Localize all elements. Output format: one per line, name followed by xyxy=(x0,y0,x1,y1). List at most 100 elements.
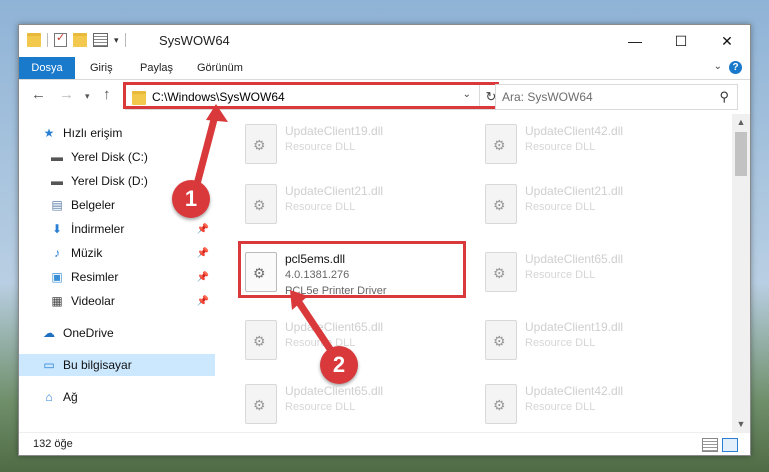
file-name: UpdateClient65.dll xyxy=(285,384,384,398)
document-icon: ▤ xyxy=(51,198,63,212)
step-1-badge: 1 xyxy=(172,180,210,218)
sidebar-item-quick-access[interactable]: ★ Hızlı erişim xyxy=(19,122,215,144)
file-highlight-box xyxy=(238,241,466,298)
dll-file-icon xyxy=(245,320,277,360)
music-icon: ♪ xyxy=(54,246,60,260)
details-view-icon[interactable] xyxy=(702,438,718,452)
file-tile[interactable]: UpdateClient65.dll Resource DLL xyxy=(239,378,459,426)
tab-share[interactable]: Paylaş xyxy=(140,57,173,79)
customize-icon[interactable] xyxy=(93,33,108,47)
file-type: Resource DLL xyxy=(525,337,596,349)
folder-icon xyxy=(27,33,41,47)
sidebar-item-videos[interactable]: ▦ Videolar 📌 xyxy=(19,290,215,312)
vertical-scrollbar[interactable]: ▲ ▼ xyxy=(732,114,750,432)
minimize-button[interactable]: — xyxy=(612,25,658,57)
tab-file[interactable]: Dosya xyxy=(19,57,75,79)
search-icon[interactable]: ⚲ xyxy=(719,89,729,105)
new-folder-icon[interactable] xyxy=(73,33,87,47)
back-arrow-icon[interactable]: ← xyxy=(31,86,46,103)
scrollbar-thumb[interactable] xyxy=(735,132,747,176)
picture-icon: ▣ xyxy=(51,270,63,284)
tab-home[interactable]: Giriş xyxy=(90,57,113,79)
file-type: Resource DLL xyxy=(525,201,596,213)
star-icon: ★ xyxy=(43,126,55,140)
window-title: SysWOW64 xyxy=(159,33,230,48)
file-tile[interactable]: UpdateClient42.dll Resource DLL xyxy=(479,378,699,426)
sidebar-item-label: Videolar xyxy=(71,294,115,308)
sidebar-item-label: Yerel Disk (D:) xyxy=(71,174,148,188)
drive-icon: ▬ xyxy=(51,150,63,164)
sidebar-item-label: Bu bilgisayar xyxy=(63,358,132,372)
up-arrow-icon[interactable]: ↑ xyxy=(103,86,111,103)
pin-icon[interactable]: 📌 xyxy=(197,296,209,307)
toolbar-divider xyxy=(124,33,126,47)
sidebar-item-label: Müzik xyxy=(71,246,103,260)
tab-view[interactable]: Görünüm xyxy=(197,57,243,79)
file-tile[interactable]: UpdateClient21.dll Resource DLL xyxy=(479,178,699,226)
sidebar-item-label: Resimler xyxy=(71,270,119,284)
title-bar: ▾ SysWOW64 — ☐ ✕ xyxy=(19,25,750,57)
maximize-button[interactable]: ☐ xyxy=(658,25,704,57)
network-icon: ⌂ xyxy=(45,390,53,404)
close-button[interactable]: ✕ xyxy=(704,25,750,57)
file-name: UpdateClient65.dll xyxy=(285,320,384,334)
sidebar-item-onedrive[interactable]: ☁ OneDrive xyxy=(19,322,215,344)
ribbon-tabs: Dosya Giriş Paylaş Görünüm ⌄ ? xyxy=(19,57,750,80)
sidebar-item-music[interactable]: ♪ Müzik 📌 xyxy=(19,242,215,264)
file-tile[interactable]: UpdateClient42.dll Resource DLL xyxy=(479,118,699,166)
scroll-down-icon[interactable]: ▼ xyxy=(732,416,750,432)
sidebar-item-network[interactable]: ⌂ Ağ xyxy=(19,386,215,408)
dll-file-icon xyxy=(485,252,517,292)
properties-check-icon[interactable] xyxy=(54,31,67,47)
video-icon: ▦ xyxy=(51,294,63,308)
tiles-view-icon[interactable] xyxy=(722,438,738,452)
search-placeholder: Ara: SysWOW64 xyxy=(502,90,593,104)
file-name: UpdateClient65.dll xyxy=(525,252,624,266)
dll-file-icon xyxy=(485,384,517,424)
dll-file-icon xyxy=(245,384,277,424)
address-row: ← → ▾ ↑ C:\Windows\SysWOW64 ⌄ ↻ Ara: Sys… xyxy=(19,80,750,114)
step-2-badge: 2 xyxy=(320,346,358,384)
search-input[interactable]: Ara: SysWOW64 ⚲ xyxy=(495,84,738,110)
dll-file-icon xyxy=(485,184,517,224)
file-type: Resource DLL xyxy=(285,401,356,413)
sidebar-item-local-disk-c[interactable]: ▬ Yerel Disk (C:) xyxy=(19,146,215,168)
file-name: UpdateClient21.dll xyxy=(525,184,624,198)
quick-access-toolbar: ▾ xyxy=(27,31,126,47)
sidebar-item-pictures[interactable]: ▣ Resimler 📌 xyxy=(19,266,215,288)
sidebar-item-label: Hızlı erişim xyxy=(63,126,123,140)
help-icon[interactable]: ? xyxy=(729,61,742,74)
recent-locations-icon[interactable]: ▾ xyxy=(85,91,90,102)
toolbar-dropdown-icon[interactable]: ▾ xyxy=(114,35,119,46)
dll-file-icon xyxy=(245,124,277,164)
drive-icon: ▬ xyxy=(51,174,63,188)
file-tile[interactable]: UpdateClient19.dll Resource DLL xyxy=(239,118,459,166)
file-tile[interactable]: UpdateClient65.dll Resource DLL xyxy=(479,246,699,294)
file-name: UpdateClient19.dll xyxy=(525,320,624,334)
pin-icon[interactable]: 📌 xyxy=(197,272,209,283)
pin-icon[interactable]: 📌 xyxy=(197,224,209,235)
file-tile[interactable]: UpdateClient19.dll Resource DLL xyxy=(479,314,699,362)
dll-file-icon xyxy=(245,184,277,224)
forward-arrow-icon[interactable]: → xyxy=(59,86,74,103)
sidebar-item-downloads[interactable]: ⬇ İndirmeler 📌 xyxy=(19,218,215,240)
ribbon-expand-icon[interactable]: ⌄ xyxy=(714,61,722,72)
cloud-icon: ☁ xyxy=(43,326,55,340)
file-tile[interactable]: UpdateClient21.dll Resource DLL xyxy=(239,178,459,226)
sidebar-item-this-pc[interactable]: ▭ Bu bilgisayar xyxy=(19,354,215,376)
navigation-pane: ★ Hızlı erişim ▬ Yerel Disk (C:) ▬ Yerel… xyxy=(19,114,215,432)
file-name: UpdateClient42.dll xyxy=(525,384,624,398)
scroll-up-icon[interactable]: ▲ xyxy=(732,114,750,130)
pin-icon[interactable]: 📌 xyxy=(197,248,209,259)
file-type: Resource DLL xyxy=(285,201,356,213)
sidebar-item-label: Belgeler xyxy=(71,198,116,212)
file-type: Resource DLL xyxy=(285,141,356,153)
file-type: Resource DLL xyxy=(525,401,596,413)
file-name: UpdateClient42.dll xyxy=(525,124,624,138)
sidebar-item-label: Yerel Disk (C:) xyxy=(71,150,148,164)
toolbar-divider xyxy=(47,33,48,47)
sidebar-item-label: OneDrive xyxy=(63,326,114,340)
status-bar: 132 öğe xyxy=(19,432,750,455)
file-type: Resource DLL xyxy=(525,141,596,153)
sidebar-item-label: Ağ xyxy=(63,390,78,404)
